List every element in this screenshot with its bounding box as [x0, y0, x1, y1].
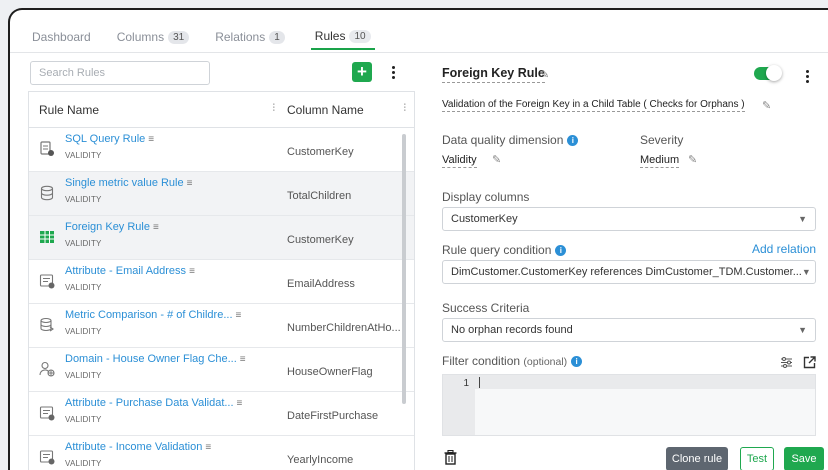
column-name: NumberChildrenAtHo...	[287, 321, 401, 334]
rule-name[interactable]: SQL Query Rule ≡	[65, 133, 154, 145]
info-icon[interactable]: i	[571, 356, 583, 368]
query-condition-select[interactable]: DimCustomer.CustomerKey references DimCu…	[442, 260, 816, 284]
edit-dq-icon[interactable]: ✎	[492, 153, 501, 166]
rules-table: Rule Name ⫶ Column Name ⫶ SQL Query Rule ≡ V…	[28, 91, 415, 470]
rule-name[interactable]: Attribute - Purchase Data Validat... ≡	[65, 397, 242, 409]
settings-sliders-icon[interactable]	[780, 356, 793, 369]
attribute-rule-icon	[39, 274, 55, 289]
search-rules-input[interactable]	[30, 61, 210, 85]
rule-name[interactable]: Attribute - Income Validation ≡	[65, 441, 211, 453]
chevron-down-icon: ▼	[798, 214, 807, 224]
count-badge: 1	[269, 30, 285, 44]
edit-description-icon[interactable]: ✎	[762, 99, 771, 112]
foreign-key-rule-icon	[40, 231, 54, 243]
rule-category: VALIDITY	[65, 415, 102, 424]
success-criteria-select[interactable]: No orphan records found ▼	[442, 318, 816, 342]
column-name: TotalChildren	[287, 189, 352, 202]
table-row[interactable]: Metric Comparison - # of Childre... ≡ VALI…	[29, 304, 414, 348]
add-relation-link[interactable]: Add relation	[752, 242, 816, 256]
rule-detail-panel: Foreign Key Rule ✎ Validation of the For…	[442, 10, 828, 470]
edit-severity-icon[interactable]: ✎	[688, 153, 697, 166]
app-frame: Dashboard Columns31 Relations1 Rules10 +…	[8, 8, 828, 470]
chevron-down-icon: ▼	[798, 325, 807, 335]
dq-dimension-label: Data quality dimension i	[442, 133, 579, 147]
rule-category: VALIDITY	[65, 327, 102, 336]
filter-icon[interactable]: ⫶	[273, 103, 276, 117]
tab-rules[interactable]: Rules 10	[310, 24, 375, 50]
rule-category: VALIDITY	[65, 239, 102, 248]
count-badge: 10	[349, 29, 371, 43]
text-cursor	[479, 377, 480, 388]
line-number: 1	[443, 375, 475, 435]
table-row[interactable]: Attribute - Email Address ≡ VALIDITY Email…	[29, 260, 414, 304]
rule-category: VALIDITY	[65, 371, 102, 380]
tab-columns[interactable]: Columns 31	[116, 24, 190, 50]
column-name-header[interactable]: Column Name ⫶	[283, 103, 414, 117]
filter-icon[interactable]: ⫶	[404, 103, 407, 117]
query-condition-label: Rule query condition i	[442, 243, 567, 257]
display-columns-label: Display columns	[442, 190, 530, 204]
tab-relations[interactable]: Relations 1	[215, 24, 285, 50]
table-row[interactable]: SQL Query Rule ≡ VALIDITY CustomerKey	[29, 128, 414, 172]
info-icon[interactable]: i	[567, 135, 579, 147]
clone-rule-button[interactable]: Clone rule	[666, 447, 728, 470]
rule-category: VALIDITY	[65, 283, 102, 292]
rule-name-header[interactable]: Rule Name ⫶	[29, 103, 283, 117]
severity-value[interactable]: Medium	[640, 154, 680, 168]
rule-name[interactable]: Domain - House Owner Flag Che... ≡	[65, 353, 246, 365]
tab-label: Dashboard	[32, 30, 91, 44]
rule-category: VALIDITY	[65, 459, 102, 468]
filter-code-editor[interactable]: 1	[442, 374, 816, 436]
delete-icon[interactable]	[444, 450, 457, 465]
add-rule-button[interactable]: +	[352, 62, 372, 82]
table-header: Rule Name ⫶ Column Name ⫶	[29, 92, 414, 128]
tab-bar: Dashboard Columns 31 Relations 1 Rules 10	[32, 24, 375, 52]
table-row[interactable]: Foreign Key Rule ≡ VALIDITY CustomerKey	[29, 216, 414, 260]
table-row[interactable]: Attribute - Income Validation ≡ VALIDITY Y…	[29, 436, 414, 470]
metric-rule-icon	[40, 185, 54, 201]
column-name: CustomerKey	[287, 145, 354, 158]
column-name: YearlyIncome	[287, 453, 354, 466]
rule-name[interactable]: Attribute - Email Address ≡	[65, 265, 195, 277]
table-scrollbar[interactable]	[402, 134, 406, 404]
edit-title-icon[interactable]: ✎	[540, 68, 549, 81]
column-name: CustomerKey	[287, 233, 354, 246]
more-options-icon[interactable]	[384, 62, 402, 82]
rule-category: VALIDITY	[65, 151, 102, 160]
rule-enabled-toggle[interactable]	[754, 65, 782, 81]
count-badge: 31	[168, 30, 190, 44]
tab-label: Rules	[314, 29, 346, 43]
table-row[interactable]: Domain - House Owner Flag Che... ≡ VALIDIT…	[29, 348, 414, 392]
rule-title[interactable]: Foreign Key Rule	[442, 66, 545, 83]
tab-label: Relations	[215, 30, 266, 44]
display-columns-select[interactable]: CustomerKey ▼	[442, 207, 816, 231]
rule-category: VALIDITY	[65, 195, 102, 204]
test-button[interactable]: Test	[740, 447, 774, 470]
expand-external-icon[interactable]	[803, 356, 816, 369]
rule-name[interactable]: Foreign Key Rule ≡	[65, 221, 159, 233]
column-name: EmailAddress	[287, 277, 355, 290]
save-button[interactable]: Save	[784, 447, 824, 470]
tab-dashboard[interactable]: Dashboard	[32, 24, 91, 50]
dq-dimension-value[interactable]: Validity	[442, 154, 477, 168]
attribute-rule-icon	[39, 406, 55, 421]
info-icon[interactable]: i	[555, 245, 567, 257]
attribute-rule-icon	[39, 450, 55, 465]
column-name: DateFirstPurchase	[287, 409, 379, 422]
filter-condition-label: Filter condition (optional) i	[442, 354, 583, 368]
rule-name[interactable]: Single metric value Rule ≡	[65, 177, 192, 189]
table-row[interactable]: Single metric value Rule ≡ VALIDITY TotalC…	[29, 172, 414, 216]
severity-label: Severity	[640, 133, 684, 147]
rule-options-icon[interactable]	[798, 66, 816, 86]
column-name: HouseOwnerFlag	[287, 365, 373, 378]
domain-rule-icon	[39, 361, 55, 377]
sql-rule-icon	[40, 141, 54, 156]
rule-name[interactable]: Metric Comparison - # of Childre... ≡	[65, 309, 241, 321]
success-criteria-label: Success Criteria	[442, 301, 530, 315]
comparison-rule-icon	[40, 317, 54, 332]
table-row[interactable]: Attribute - Purchase Data Validat... ≡ VAL…	[29, 392, 414, 436]
tab-label: Columns	[116, 30, 165, 44]
chevron-down-icon: ▼	[801, 267, 811, 277]
rule-description[interactable]: Validation of the Foreign Key in a Child…	[442, 99, 745, 112]
